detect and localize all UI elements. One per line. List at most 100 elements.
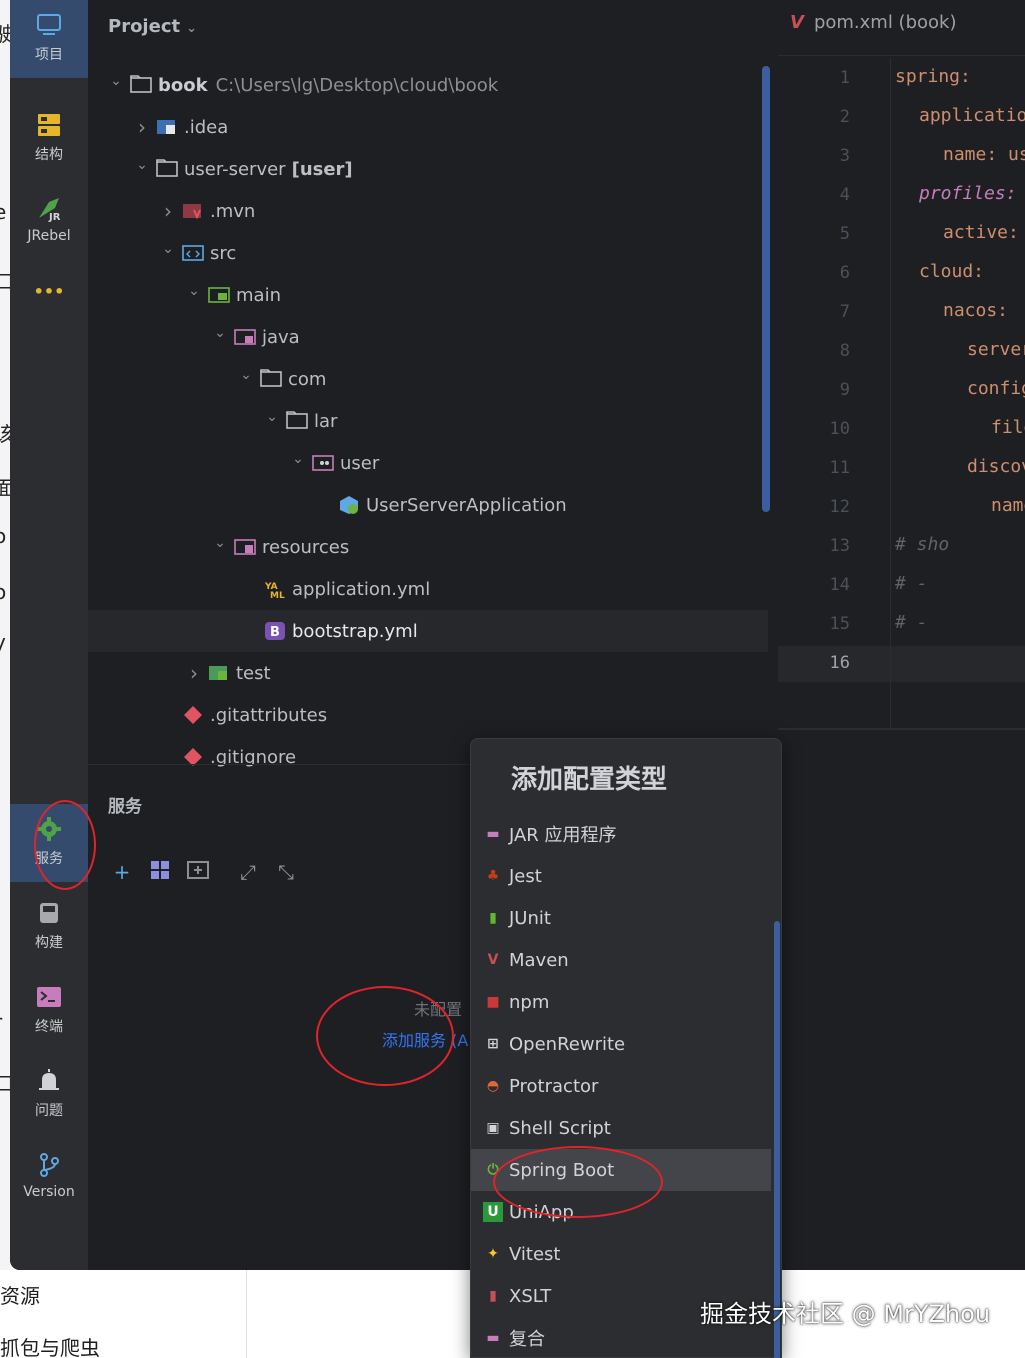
code-line: spring: bbox=[895, 66, 971, 87]
tree-item[interactable]: YA ML application.yml bbox=[88, 568, 768, 610]
compound-icon: ▬ bbox=[486, 1330, 500, 1346]
jar-icon: ▬ bbox=[486, 826, 500, 842]
config-type-item[interactable]: ▣ Shell Script bbox=[471, 1107, 771, 1149]
new-tab-icon[interactable] bbox=[186, 860, 210, 884]
background-divider bbox=[246, 1270, 247, 1358]
chevron-right-icon[interactable]: › bbox=[158, 199, 178, 223]
config-type-label: Maven bbox=[509, 949, 569, 971]
uniapp-icon: U bbox=[483, 1202, 503, 1222]
activity-item-more[interactable]: ••• bbox=[10, 272, 88, 312]
add-configuration-popup: 添加配置类型 ▬ JAR 应用程序 ♣ Jest ▮ JUnit V Maven ■ npm ⊞ Op… bbox=[470, 738, 782, 1358]
chevron-down-icon[interactable]: ⌄ bbox=[106, 73, 126, 89]
config-type-label: npm bbox=[509, 991, 550, 1013]
popup-title: 添加配置类型 bbox=[511, 765, 668, 795]
tree-item-label: book bbox=[158, 74, 208, 96]
config-type-item[interactable]: ■ npm bbox=[471, 981, 771, 1023]
tree-item[interactable]: ⌄ user bbox=[88, 442, 768, 484]
config-type-item[interactable]: ✦ Vitest bbox=[471, 1233, 771, 1275]
tree-item[interactable]: ⌄ resources bbox=[88, 526, 768, 568]
tree-item-label: src bbox=[210, 242, 237, 264]
line-number: 11 bbox=[829, 458, 850, 478]
code-line: # sho bbox=[895, 534, 950, 555]
config-type-label: Shell Script bbox=[509, 1117, 611, 1139]
chevron-down-icon[interactable]: ⌄ bbox=[184, 283, 204, 299]
source-folder-icon bbox=[182, 243, 206, 263]
config-type-label: Vitest bbox=[509, 1243, 561, 1265]
code-line: file bbox=[991, 417, 1025, 438]
tree-item[interactable]: › .idea bbox=[88, 106, 768, 148]
project-scrollbar[interactable] bbox=[762, 66, 770, 512]
tree-item[interactable]: › .mvn bbox=[88, 190, 768, 232]
group-icon[interactable] bbox=[148, 860, 172, 884]
config-type-item[interactable]: ♣ Jest bbox=[471, 855, 771, 897]
background-text-resources[interactable]: 资源 bbox=[0, 1280, 40, 1309]
activity-item-structure[interactable]: 结构 bbox=[10, 100, 88, 178]
chevron-down-icon[interactable]: ⌄ bbox=[210, 325, 230, 341]
junit-icon: ▮ bbox=[489, 910, 497, 926]
activity-label: JRebel bbox=[27, 228, 71, 244]
rocket-icon: JR bbox=[39, 198, 61, 222]
chevron-down-icon[interactable]: ⌄ bbox=[132, 157, 152, 173]
expand-icon[interactable]: ⤢ bbox=[236, 860, 260, 884]
chevron-down-icon[interactable]: ⌄ bbox=[210, 535, 230, 551]
collapse-icon[interactable]: ⤡ bbox=[274, 860, 298, 884]
config-type-label: JUnit bbox=[509, 907, 551, 929]
gutter-divider bbox=[890, 58, 891, 728]
line-number: 1 bbox=[839, 68, 850, 88]
tree-item[interactable]: ⌄ src bbox=[88, 232, 768, 274]
line-number: 2 bbox=[839, 107, 850, 127]
tree-item-label: .mvn bbox=[210, 200, 256, 222]
shell-icon: ▣ bbox=[486, 1120, 500, 1136]
project-panel-header[interactable]: Project ⌄ bbox=[108, 16, 197, 37]
background-strip-char: r bbox=[0, 1010, 2, 1034]
activity-item-problems[interactable]: 问题 bbox=[10, 1056, 88, 1134]
tree-item[interactable]: ⌄ java bbox=[88, 316, 768, 358]
code-line: nacos: bbox=[943, 300, 1009, 321]
tree-item[interactable]: ⌄ user-server [user] bbox=[88, 148, 768, 190]
tree-item-module: [user] bbox=[291, 158, 353, 180]
chevron-down-icon[interactable]: ⌄ bbox=[288, 451, 308, 467]
config-type-item[interactable]: V Maven bbox=[471, 939, 771, 981]
background-text-crawler[interactable]: 抓包与爬虫 bbox=[0, 1332, 100, 1358]
config-type-label: JAR 应用程序 bbox=[509, 825, 617, 846]
tree-item[interactable]: .gitattributes bbox=[88, 694, 768, 736]
protractor-icon: ◓ bbox=[486, 1078, 500, 1094]
config-type-label: Jest bbox=[509, 865, 542, 887]
config-type-label: Protractor bbox=[509, 1075, 599, 1097]
chevron-right-icon[interactable]: › bbox=[132, 115, 152, 139]
line-number: 5 bbox=[839, 224, 850, 244]
chevron-right-icon[interactable]: › bbox=[184, 661, 204, 685]
config-type-item[interactable]: ◓ Protractor bbox=[471, 1065, 771, 1107]
activity-item-version[interactable]: Version bbox=[10, 1140, 88, 1218]
bootstrap-file-icon: B bbox=[264, 621, 288, 641]
line-number: 16 bbox=[829, 653, 850, 673]
config-type-item[interactable]: ⊞ OpenRewrite bbox=[471, 1023, 771, 1065]
editor-tab-pom[interactable]: Vpom.xml (book) bbox=[790, 12, 956, 33]
openrewrite-icon: ⊞ bbox=[487, 1036, 499, 1052]
activity-item-build[interactable]: 构建 bbox=[10, 888, 88, 966]
activity-item-jrebel[interactable]: JR JRebel bbox=[10, 184, 88, 262]
folder-icon bbox=[286, 411, 310, 431]
activity-item-project[interactable]: 项目 bbox=[10, 0, 88, 78]
tree-item[interactable]: ⌄ lar bbox=[88, 400, 768, 442]
chevron-down-icon[interactable]: ⌄ bbox=[262, 409, 282, 425]
config-type-item[interactable]: ▬ JAR 应用程序 bbox=[471, 813, 771, 855]
popup-scrollbar[interactable] bbox=[774, 921, 780, 1358]
idea-folder-icon bbox=[156, 117, 180, 137]
tree-item[interactable]: ⌄ main bbox=[88, 274, 768, 316]
chevron-down-icon[interactable]: ⌄ bbox=[158, 241, 178, 257]
config-type-item[interactable]: ▮ JUnit bbox=[471, 897, 771, 939]
tree-item[interactable]: ⌄ book C:\Users\lg\Desktop\cloud\book bbox=[88, 64, 768, 106]
tree-item-label: lar bbox=[314, 410, 338, 432]
code-line: server bbox=[967, 339, 1025, 360]
add-icon[interactable]: + bbox=[110, 860, 134, 884]
tree-item[interactable]: › test bbox=[88, 652, 768, 694]
chevron-down-icon[interactable]: ⌄ bbox=[236, 367, 256, 383]
test-folder-icon bbox=[208, 663, 232, 683]
tree-item[interactable]: UserServerApplication bbox=[88, 484, 768, 526]
activity-item-terminal[interactable]: 终端 bbox=[10, 972, 88, 1050]
background-strip-char: o bbox=[0, 580, 7, 604]
java-folder-icon bbox=[234, 327, 258, 347]
tree-item[interactable]: Bbootstrap.yml bbox=[88, 610, 768, 652]
tree-item[interactable]: ⌄ com bbox=[88, 358, 768, 400]
